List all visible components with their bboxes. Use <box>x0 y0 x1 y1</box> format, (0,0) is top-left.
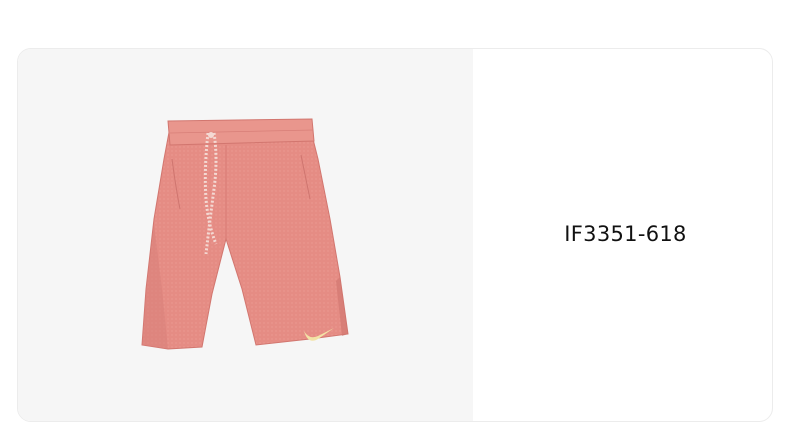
shorts-body <box>141 126 349 350</box>
product-code: IF3351-618 <box>564 222 687 246</box>
shorts-waistband <box>167 118 315 146</box>
product-card[interactable]: IF3351-618 <box>17 48 773 422</box>
shorts-product-image <box>141 118 349 350</box>
product-image-panel[interactable] <box>18 49 473 421</box>
product-info-panel: IF3351-618 <box>473 49 772 421</box>
